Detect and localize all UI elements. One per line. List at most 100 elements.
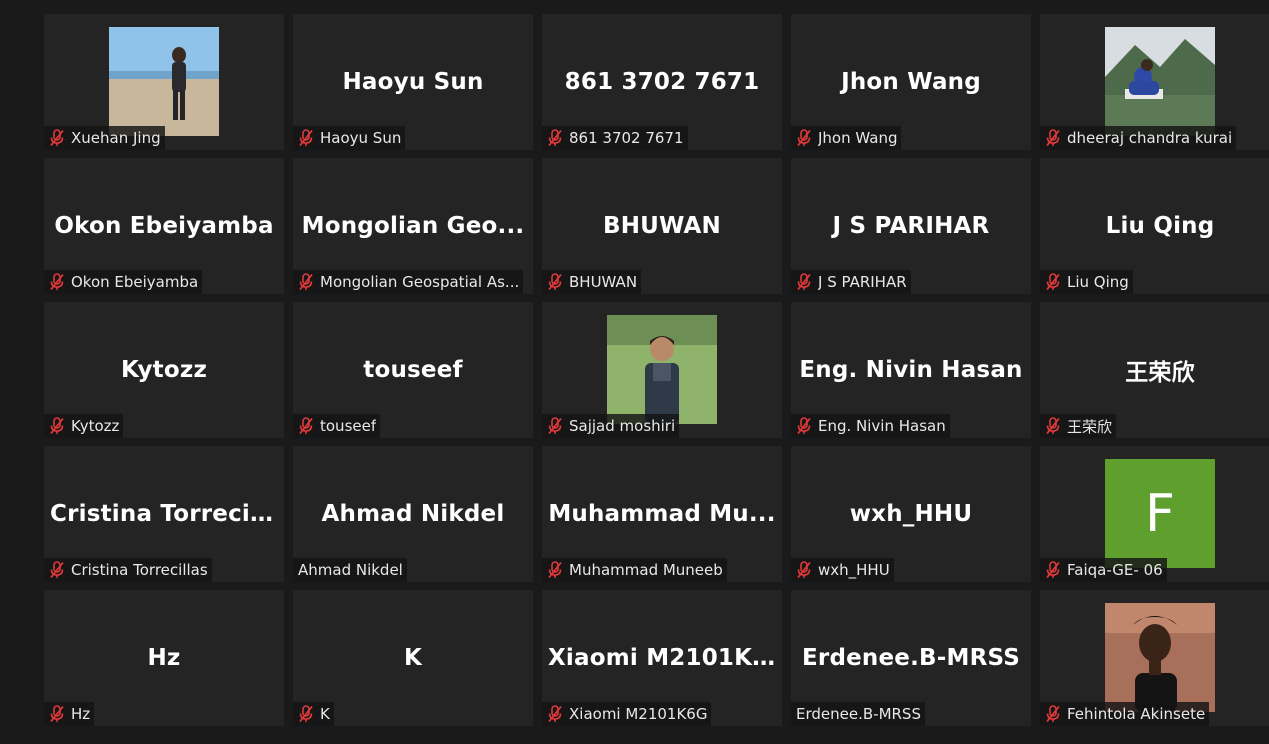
participant-name-bar: Xuehan Jing [44,126,165,150]
participant-name-label: Muhammad Muneeb [569,561,723,579]
mic-muted-icon [547,273,563,291]
participant-tile[interactable]: Erdenee.B-MRSS Erdenee.B-MRSS [791,590,1031,726]
mic-muted-icon [796,129,812,147]
avatar: F [1105,459,1215,568]
mic-muted-icon [547,705,563,723]
participant-name-label: touseef [320,417,377,435]
participant-tile[interactable]: Hz Hz [44,590,284,726]
participant-display-name: Eng. Nivin Hasan [799,357,1023,383]
participant-display-name: K [403,645,423,671]
participant-video-thumbnail [607,315,717,424]
mic-muted-icon [547,561,563,579]
mic-muted-icon [49,129,65,147]
participant-display-name: Muhammad Mu... [548,501,776,527]
participant-name-bar: Erdenee.B-MRSS [791,702,925,726]
participant-display-name: Jhon Wang [841,69,981,95]
participant-tile[interactable]: Muhammad Mu... Muhammad Muneeb [542,446,782,582]
participant-tile[interactable]: 861 3702 7671 861 3702 7671 [542,14,782,150]
participant-display-name: BHUWAN [602,213,722,239]
participant-tile[interactable]: Jhon Wang Jhon Wang [791,14,1031,150]
participant-name-label: Haoyu Sun [320,129,402,147]
participant-name-label: Ahmad Nikdel [298,561,403,579]
participant-name-label: K [320,705,330,723]
participant-name-label: Xiaomi M2101K6G [569,705,708,723]
participant-tile[interactable]: Sajjad moshiri [542,302,782,438]
participant-name-bar: Xiaomi M2101K6G [542,702,712,726]
participant-tile[interactable]: BHUWAN BHUWAN [542,158,782,294]
participant-name-label: Liu Qing [1067,273,1129,291]
participant-name-bar: dheeraj chandra kurai [1040,126,1237,150]
participant-name-bar: Fehintola Akinsete [1040,702,1210,726]
participant-tile[interactable]: Ahmad Nikdel Ahmad Nikdel [293,446,533,582]
mic-muted-icon [1045,129,1061,147]
participant-tile[interactable]: K K [293,590,533,726]
participant-tile[interactable]: Cristina Torrecil... Cristina Torrecilla… [44,446,284,582]
participant-tile[interactable]: F Faiqa-GE- 06 [1040,446,1269,582]
participant-display-name: Ahmad Nikdel [321,501,505,527]
participant-display-name: 861 3702 7671 [564,69,760,95]
mic-muted-icon [49,561,65,579]
participant-tile[interactable]: Fehintola Akinsete [1040,590,1269,726]
mic-muted-icon [49,705,65,723]
participant-name-label: Xuehan Jing [71,129,161,147]
participant-display-name: J S PARIHAR [832,213,990,239]
mic-muted-icon [796,561,812,579]
participant-name-label: BHUWAN [569,273,638,291]
participant-name-label: dheeraj chandra kurai [1067,129,1233,147]
participant-name-bar: Liu Qing [1040,270,1133,294]
participant-tile[interactable]: dheeraj chandra kurai [1040,14,1269,150]
participant-name-bar: Faiqa-GE- 06 [1040,558,1167,582]
participant-tile[interactable]: Kytozz Kytozz [44,302,284,438]
participant-tile[interactable]: Liu Qing Liu Qing [1040,158,1269,294]
participant-tile[interactable]: Xuehan Jing [44,14,284,150]
participant-display-name: Mongolian Geo... [301,213,525,239]
participant-name-bar: Cristina Torrecillas [44,558,212,582]
participant-display-name: touseef [363,357,463,383]
participant-name-bar: Okon Ebeiyamba [44,270,203,294]
participant-display-name: wxh_HHU [849,501,973,527]
mic-muted-icon [1045,561,1061,579]
participant-tile[interactable]: Okon Ebeiyamba Okon Ebeiyamba [44,158,284,294]
participant-display-name: 王荣欣 [1125,360,1195,386]
participant-name-bar: Hz [44,702,95,726]
participant-name-bar: Sajjad moshiri [542,414,680,438]
participant-tile[interactable]: Haoyu Sun Haoyu Sun [293,14,533,150]
participant-tile[interactable]: touseef touseef [293,302,533,438]
participant-name-label: Okon Ebeiyamba [71,273,199,291]
participant-name-bar: Kytozz [44,414,124,438]
participant-tile[interactable]: 王荣欣 王荣欣 [1040,302,1269,438]
participant-name-bar: wxh_HHU [791,558,894,582]
mic-muted-icon [298,273,314,291]
participant-name-label: 王荣欣 [1067,417,1113,436]
mic-muted-icon [49,273,65,291]
mic-muted-icon [1045,705,1061,723]
participant-name-label: Faiqa-GE- 06 [1067,561,1163,579]
mic-muted-icon [298,417,314,435]
participant-name-bar: BHUWAN [542,270,642,294]
participant-name-label: Sajjad moshiri [569,417,676,435]
participant-display-name: Kytozz [120,357,208,383]
participant-tile[interactable]: Eng. Nivin Hasan Eng. Nivin Hasan [791,302,1031,438]
participant-name-label: Erdenee.B-MRSS [796,705,921,723]
participant-tile[interactable]: wxh_HHU wxh_HHU [791,446,1031,582]
participant-name-label: Fehintola Akinsete [1067,705,1206,723]
mic-muted-icon [1045,273,1061,291]
participant-name-label: Hz [71,705,91,723]
mic-muted-icon [796,273,812,291]
participant-name-label: 861 3702 7671 [569,129,684,147]
mic-muted-icon [1045,417,1061,435]
participant-name-label: Jhon Wang [818,129,898,147]
participant-name-bar: 王荣欣 [1040,414,1117,438]
participant-tile[interactable]: Xiaomi M2101K... Xiaomi M2101K6G [542,590,782,726]
participant-tile[interactable]: Mongolian Geo... Mongolian Geospatial As… [293,158,533,294]
participant-name-label: wxh_HHU [818,561,890,579]
participant-tile[interactable]: J S PARIHAR J S PARIHAR [791,158,1031,294]
mic-muted-icon [298,705,314,723]
participant-display-name: Cristina Torrecil... [50,501,284,527]
participant-name-bar: Jhon Wang [791,126,902,150]
participant-name-label: Eng. Nivin Hasan [818,417,946,435]
mic-muted-icon [796,417,812,435]
participant-name-bar: touseef [293,414,381,438]
participant-display-name: Haoyu Sun [342,69,484,95]
participant-name-bar: K [293,702,334,726]
